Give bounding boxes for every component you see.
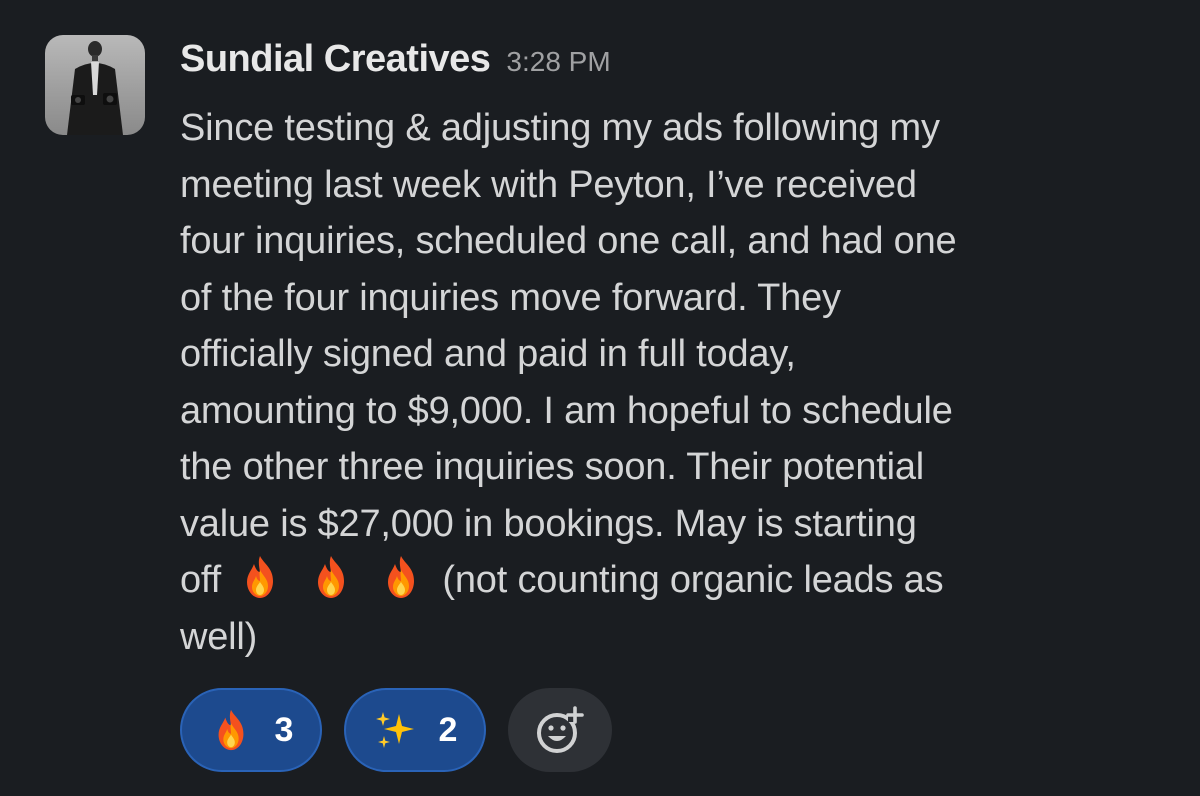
line-prefix: off	[180, 559, 221, 601]
message-line: value is $27,000 in bookings. May is sta…	[180, 502, 917, 545]
add-reaction-icon	[537, 706, 584, 753]
line-suffix: (not counting organic leads as	[442, 559, 944, 601]
sender-name[interactable]: Sundial Creatives	[180, 38, 491, 81]
add-reaction-button[interactable]	[508, 688, 612, 772]
reaction-sparkles[interactable]: 2	[344, 688, 486, 772]
reactions-bar: 3 2	[180, 688, 612, 772]
message-line: officially signed and paid in full today…	[180, 333, 796, 375]
fire-icon	[308, 554, 354, 600]
message-body: Since testing & adjusting my ads followi…	[180, 100, 1170, 665]
message-line: well)	[180, 615, 258, 658]
message-line: amounting to $9,000. I am hopeful to sch…	[180, 389, 953, 432]
message: Sundial Creatives 3:28 PM Since testing …	[0, 0, 1200, 796]
timestamp[interactable]: 3:28 PM	[506, 46, 610, 78]
message-line: meeting last week with Peyton, I’ve rece…	[180, 163, 917, 206]
fire-icon	[209, 708, 253, 752]
reaction-count: 2	[438, 710, 458, 749]
message-line: Since testing & adjusting my ads followi…	[180, 107, 940, 149]
message-line-with-emoji: off (not counting organic leads as	[180, 552, 1170, 609]
fire-icon	[237, 554, 283, 600]
reaction-count: 3	[274, 710, 294, 749]
person-photo-avatar-icon	[67, 41, 123, 135]
sparkles-icon	[373, 708, 417, 752]
reaction-fire[interactable]: 3	[180, 688, 322, 772]
fire-icon	[378, 554, 424, 600]
message-line: the other three inquiries soon. Their po…	[180, 446, 925, 488]
message-line: four inquiries, scheduled one call, and …	[180, 220, 957, 262]
message-header: Sundial Creatives 3:28 PM	[180, 38, 611, 90]
message-line: of the four inquiries move forward. They	[180, 276, 841, 319]
avatar[interactable]	[45, 35, 145, 135]
